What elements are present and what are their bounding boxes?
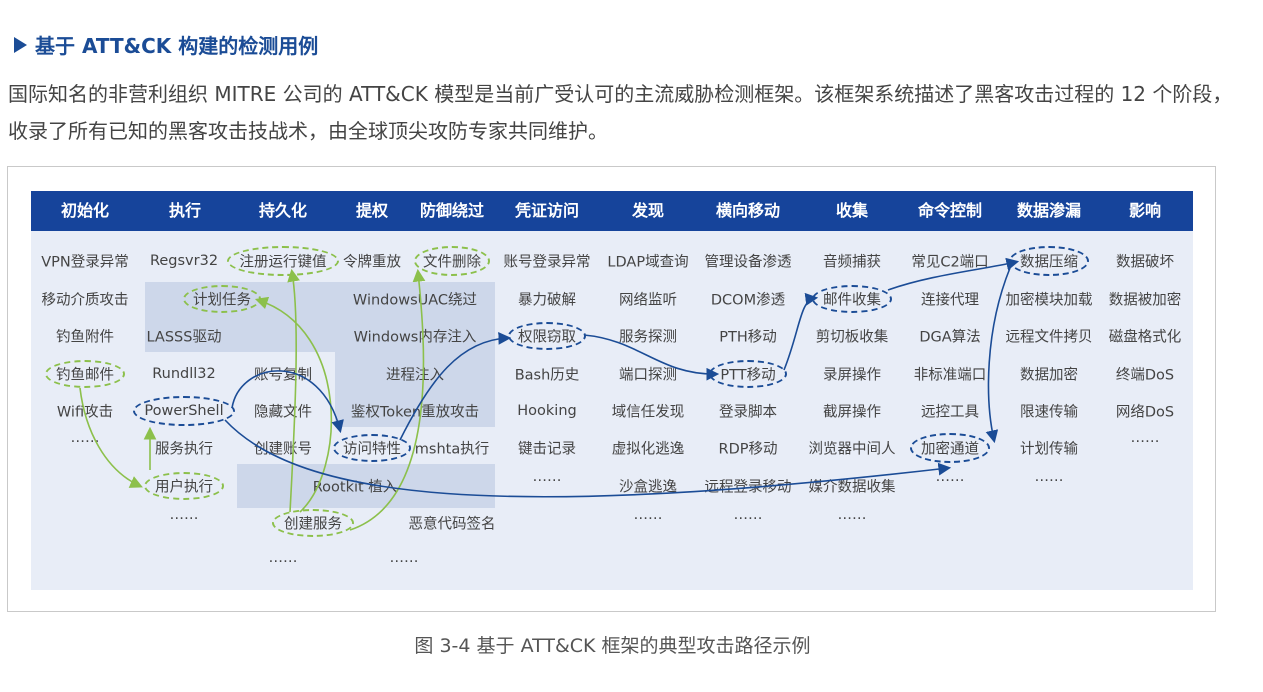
blue-path-powershell-to-access [231, 370, 344, 434]
blue-path-compress-to-channel [985, 267, 1011, 444]
attack-path-arrows [79, 257, 1020, 531]
green-path-service-to-delete [349, 268, 426, 531]
figure-caption: 图 3-4 基于 ATT&CK 框架的典型攻击路径示例 [414, 635, 811, 657]
green-path-phish-to-user [79, 387, 143, 488]
blue-path-mail-to-compress [887, 257, 1020, 291]
blue-path-privilege-to-ptt [583, 334, 720, 381]
blue-path-ptt-to-mail [783, 292, 819, 371]
blue-path-powershell-to-channel [224, 419, 952, 498]
green-path-service-to-regkey [287, 268, 300, 513]
blue-path-access-to-privilege [399, 332, 512, 441]
